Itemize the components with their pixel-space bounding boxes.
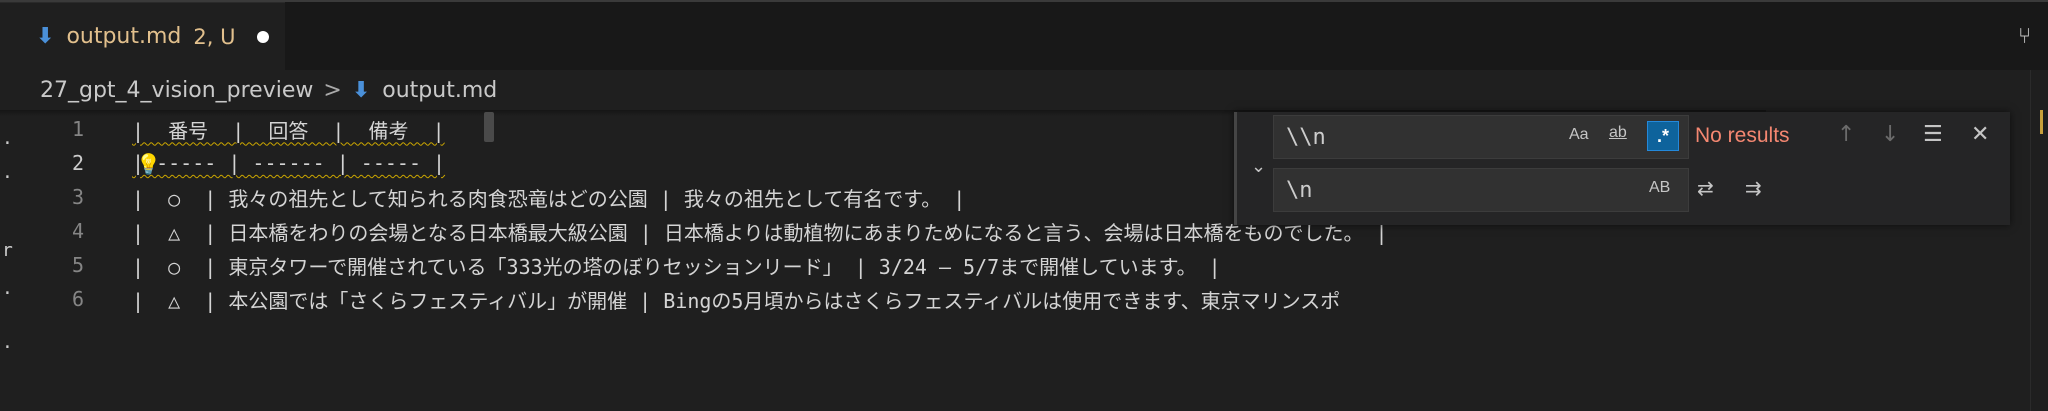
left-edge-char: . [2, 162, 13, 183]
markdown-file-icon: ⬇ [36, 24, 55, 49]
find-replace-widget: ⌄ \\n Aa ab .* No results ↑ ↓ ☰ ✕ \n AB … [1234, 112, 2010, 225]
line-text[interactable]: | ○ | 我々の祖先として知られる肉食恐竜はどの公園 | 我々の祖先として有名… [132, 183, 965, 212]
replace-icon[interactable]: ⇄ [1697, 176, 1714, 200]
tab-status: 2, U [193, 24, 236, 49]
tab-filename: output.md [66, 24, 182, 49]
replace-all-icon[interactable]: ⇉ [1745, 176, 1762, 200]
breadcrumb-separator: > [323, 77, 342, 103]
whole-word-button[interactable]: ab [1609, 124, 1627, 142]
line-text[interactable]: | ○ | 東京タワーで開催されている「333光の塔のぼりセッションリード」 |… [132, 251, 1221, 280]
line-text[interactable]: | △ | 日本橋をわりの会場となる日本橋最大級公園 | 日本橋よりは動植物にあ… [132, 217, 1388, 246]
editor-line[interactable]: 6 | △ | 本公園では「さくらフェスティバル」が開催 | Bingの5月頃か… [14, 282, 1714, 316]
line-number: 6 [71, 287, 84, 311]
previous-match-icon[interactable]: ↑ [1837, 122, 1855, 147]
line-number: 4 [71, 219, 84, 243]
source-control-icon[interactable]: ⑂ [2018, 24, 2031, 49]
find-input-value: \\n [1286, 124, 1326, 150]
editor-line[interactable]: 5 | ○ | 東京タワーで開催されている「333光の塔のぼりセッションリード」… [14, 248, 1714, 282]
preserve-case-button[interactable]: AB [1649, 179, 1670, 197]
next-match-icon[interactable]: ↓ [1881, 122, 1899, 147]
breadcrumb: 27_gpt_4_vision_preview > ⬇ output.md [0, 70, 1766, 110]
find-in-selection-icon[interactable]: ☰ [1923, 122, 1943, 147]
match-case-button[interactable]: Aa [1569, 126, 1589, 144]
left-edge-char: . [2, 278, 13, 299]
line-number: 2 [71, 151, 84, 175]
lightbulb-icon[interactable]: 💡 [136, 152, 161, 176]
markdown-file-icon: ⬇ [351, 77, 371, 103]
line-number: 3 [71, 185, 84, 209]
tab-bar: ⬇ output.md 2, U ⑂ [0, 2, 2048, 70]
close-icon[interactable]: ✕ [1971, 122, 1989, 147]
line-text[interactable]: |------ | ------ | ----- | [132, 151, 445, 175]
toggle-replace-chevron-icon[interactable]: ⌄ [1251, 156, 1266, 177]
line-number: 5 [71, 253, 84, 277]
left-edge-char: . [2, 128, 13, 149]
left-edge-char: . [2, 332, 13, 353]
scrollbar-warning-marker [2040, 110, 2048, 134]
line-text[interactable]: | 番号 | 回答 | 備考 | [132, 115, 445, 144]
replace-input[interactable]: \n [1273, 168, 1689, 212]
line-text[interactable]: | △ | 本公園では「さくらフェスティバル」が開催 | Bingの5月頃からは… [132, 285, 1340, 314]
left-edge-char: r [2, 240, 13, 261]
tab-output-md[interactable]: ⬇ output.md 2, U [0, 2, 285, 70]
horizontal-scroll-thumb[interactable] [484, 112, 494, 142]
unsaved-dot-icon[interactable] [257, 30, 270, 43]
breadcrumb-folder[interactable]: 27_gpt_4_vision_preview [40, 78, 313, 103]
regex-button[interactable]: .* [1647, 121, 1679, 151]
breadcrumb-file[interactable]: output.md [382, 78, 497, 103]
find-status: No results [1695, 124, 1790, 147]
replace-input-value: \n [1286, 177, 1313, 203]
line-number: 1 [71, 117, 84, 141]
